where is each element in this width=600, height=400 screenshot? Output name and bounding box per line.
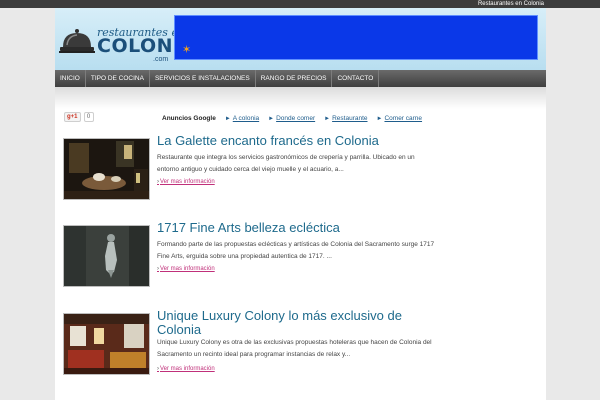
arrow-icon: › [157, 266, 159, 272]
nav-item-contacto[interactable]: Contacto [332, 70, 380, 87]
post-excerpt: Unique Luxury Colony es otra de las excl… [157, 339, 432, 358]
google-ads-row: Anuncios Google ► A colonia ► Donde comer … [162, 115, 422, 123]
social-buttons: g+1 0 [64, 112, 94, 122]
ad-link-label: A colonia [232, 115, 260, 122]
read-more-label: Ver mas información [160, 366, 215, 372]
triangle-icon: ► [268, 116, 275, 122]
read-more-link[interactable]: ›Ver mas información [157, 266, 215, 272]
post-item: 1717 Fine Arts belleza ecléctica Formand… [63, 221, 443, 295]
ad-link-comer-carne[interactable]: ► Comer carne [377, 115, 423, 123]
read-more-link[interactable]: ›Ver mas información [157, 179, 215, 185]
site-link[interactable]: Restaurantes en Colonia [478, 0, 544, 8]
ad-link-label: Donde comer [276, 115, 316, 122]
post-excerpt: Formando parte de las propuestas eclécti… [157, 241, 435, 260]
post-title[interactable]: La Galette encanto francés en Colonia [157, 134, 447, 148]
ads-title: Anuncios Google [162, 115, 216, 122]
ad-link-restaurante[interactable]: ► Restaurante [324, 115, 367, 123]
gplus-count: 0 [83, 112, 94, 122]
main-nav: Inicio Tipo de cocina Servicios e instal… [55, 70, 546, 87]
logo-line-3: .com [153, 56, 169, 63]
cloche-icon [59, 29, 95, 53]
arrow-icon: › [157, 366, 159, 372]
nav-item-servicios[interactable]: Servicios e instalaciones [150, 70, 256, 87]
ad-link-label: Restaurante [332, 115, 368, 122]
post-thumbnail[interactable] [63, 313, 150, 375]
ad-link-a-colonia[interactable]: ► A colonia [225, 115, 259, 123]
gplus-button[interactable]: g+1 [64, 112, 81, 122]
star-icon: ✶ [182, 44, 192, 56]
post-excerpt: Restaurante que integra los servicios ga… [157, 154, 415, 173]
triangle-icon: ► [324, 116, 331, 122]
post-title[interactable]: 1717 Fine Arts belleza ecléctica [157, 221, 447, 235]
post-item: Unique Luxury Colony lo más exclusivo de… [63, 309, 443, 383]
ad-link-label: Comer carne [384, 115, 423, 122]
site-header: restaurantes en COLONIA .com ✶ [55, 8, 546, 70]
ad-link-donde-comer[interactable]: ► Donde comer [268, 115, 315, 123]
triangle-icon: ► [376, 116, 383, 122]
arrow-icon: › [157, 179, 159, 185]
read-more-label: Ver mas información [160, 266, 215, 272]
nav-item-rango-de-precios[interactable]: Rango de precios [256, 70, 333, 87]
post-item: La Galette encanto francés en Colonia Re… [63, 134, 443, 208]
site-logo[interactable]: restaurantes en COLONIA .com [59, 26, 195, 66]
post-thumbnail[interactable] [63, 225, 150, 287]
nav-item-tipo-de-cocina[interactable]: Tipo de cocina [86, 70, 150, 87]
post-title[interactable]: Unique Luxury Colony lo más exclusivo de… [157, 309, 447, 337]
read-more-link[interactable]: ›Ver mas información [157, 366, 215, 372]
triangle-icon: ► [224, 116, 231, 122]
read-more-label: Ver mas información [160, 179, 215, 185]
ad-banner[interactable]: ✶ [174, 15, 538, 60]
nav-item-inicio[interactable]: Inicio [55, 70, 86, 87]
post-thumbnail[interactable] [63, 138, 150, 200]
top-bar: Restaurantes en Colonia [0, 0, 600, 8]
